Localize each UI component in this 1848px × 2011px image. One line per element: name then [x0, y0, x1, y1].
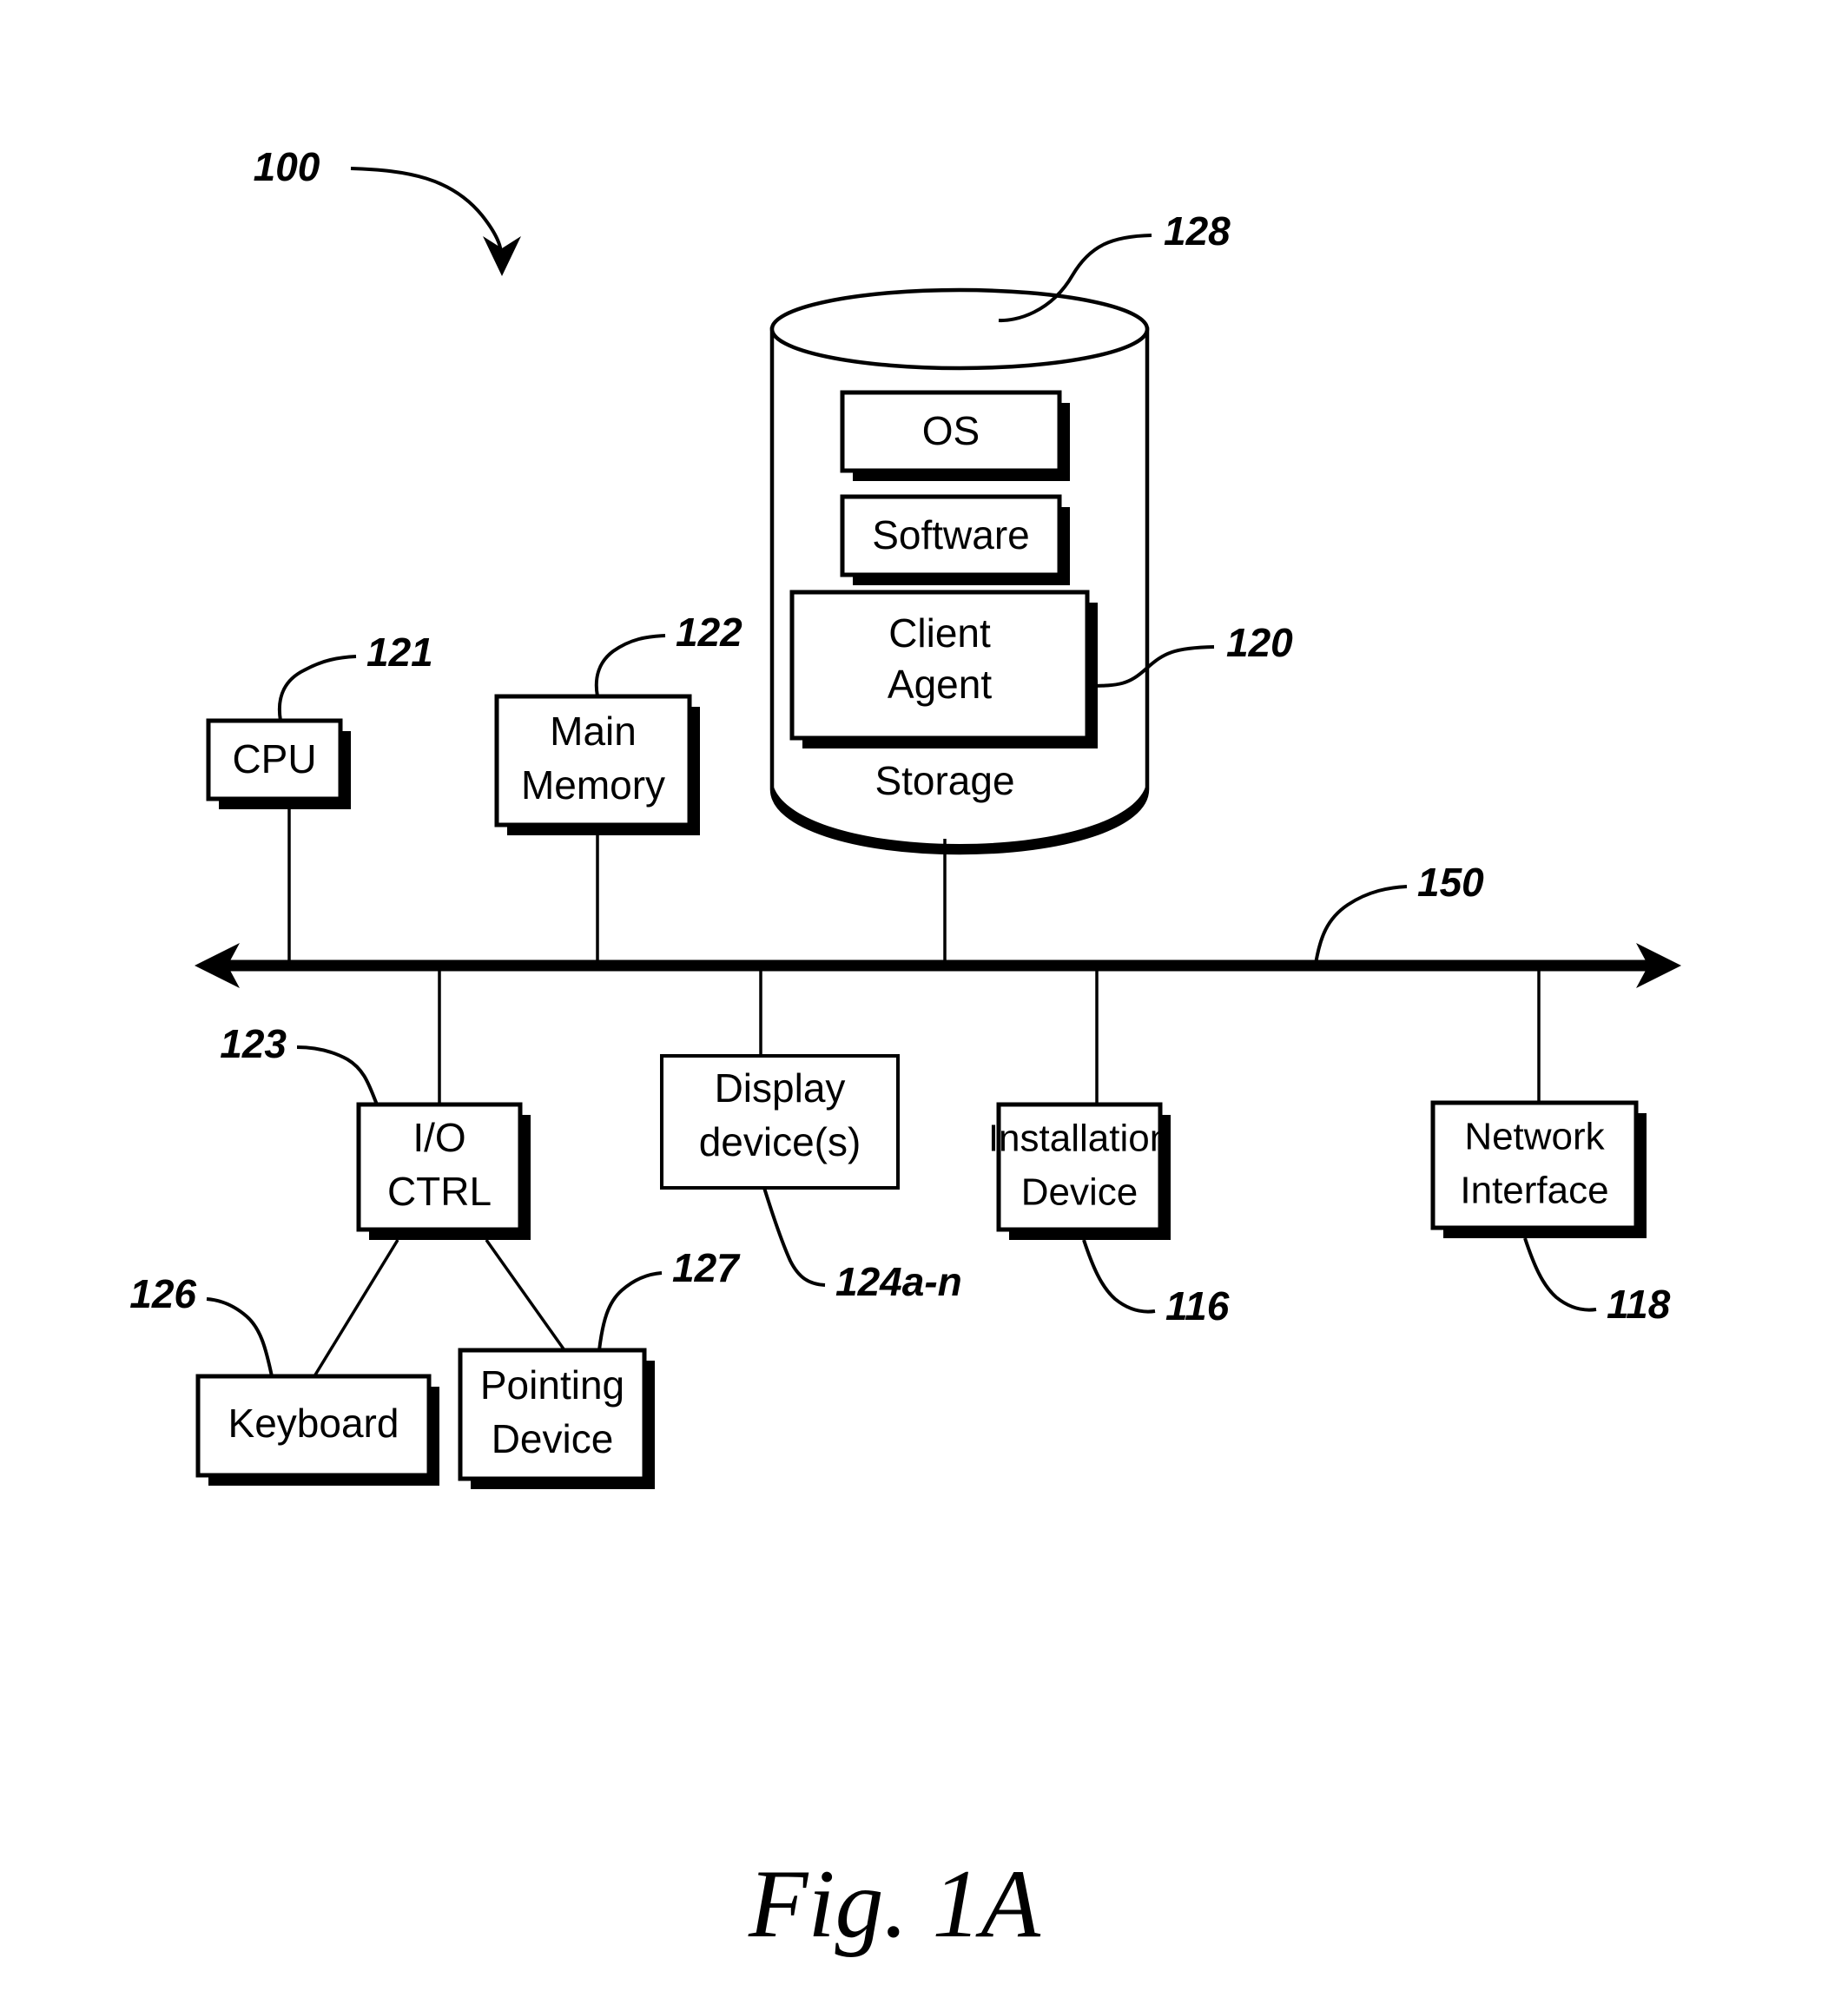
keyboard-box: Keyboard	[195, 1374, 439, 1486]
display-devices-label-line2: device(s)	[699, 1119, 861, 1164]
client-agent-box: Client Agent	[789, 590, 1098, 748]
network-interface-ref-number: 118	[1607, 1282, 1671, 1327]
cpu-ref-number: 121	[366, 630, 433, 675]
display-devices-ref-leader	[762, 1187, 826, 1287]
client-agent-ref-number: 120	[1226, 620, 1293, 665]
os-box-label: OS	[922, 408, 980, 453]
main-memory-ref-number: 122	[676, 610, 742, 655]
installation-device-label-line1: Installation	[988, 1118, 1171, 1160]
installation-device-label-line2: Device	[1021, 1171, 1138, 1214]
pointing-device-box: Pointing Device	[458, 1348, 655, 1489]
cpu-ref-leader	[277, 655, 357, 722]
system-ref-number: 100	[254, 144, 320, 189]
pointing-device-label-line1: Pointing	[480, 1362, 624, 1408]
storage-label: Storage	[874, 758, 1014, 803]
io-ctrl-ref-number: 123	[220, 1021, 287, 1066]
cpu-box-label: CPU	[232, 736, 316, 781]
main-memory-box: Main Memory	[494, 694, 700, 835]
network-interface-label-line1: Network	[1464, 1116, 1605, 1158]
main-memory-label-line2: Memory	[521, 762, 665, 808]
keyboard-ref-leader	[206, 1297, 274, 1377]
bus-ref-leader	[1314, 885, 1408, 965]
system-ref-leader	[350, 167, 521, 276]
storage-ref-number: 128	[1164, 208, 1231, 254]
installation-device-ref-number: 116	[1165, 1283, 1230, 1329]
bus-ref-number: 150	[1417, 860, 1484, 905]
software-box-label: Software	[872, 512, 1030, 557]
io-ctrl-label-line1: I/O	[412, 1115, 465, 1160]
network-interface-ref-leader	[1523, 1237, 1597, 1312]
installation-device-ref-leader	[1082, 1239, 1156, 1314]
network-interface-box: Network Interface	[1430, 1100, 1647, 1238]
installation-device-box: Installation Device	[988, 1102, 1171, 1240]
main-memory-label-line1: Main	[550, 709, 637, 754]
system-block-diagram: 100 128 OS Software Client Agent 120 Sto…	[129, 144, 1681, 1958]
software-box: Software	[840, 494, 1070, 585]
pointing-device-ref-number: 127	[672, 1245, 741, 1290]
io-ctrl-box: I/O CTRL	[356, 1102, 531, 1240]
keyboard-ref-number: 126	[129, 1271, 196, 1316]
client-agent-label-line1: Client	[888, 610, 991, 656]
io-ctrl-ref-leader	[296, 1045, 379, 1105]
keyboard-label: Keyboard	[228, 1401, 399, 1446]
display-devices-label-line1: Display	[715, 1065, 846, 1111]
client-agent-label-line2: Agent	[888, 662, 992, 707]
io-ctrl-label-line2: CTRL	[387, 1169, 492, 1214]
cpu-box: CPU	[206, 718, 351, 809]
patent-figure-page: 100 128 OS Software Client Agent 120 Sto…	[0, 0, 1848, 2011]
pointing-device-connector	[485, 1238, 566, 1352]
keyboard-connector	[313, 1239, 399, 1377]
display-devices-ref-number: 124a-n	[835, 1259, 962, 1304]
figure-caption: Fig. 1A	[748, 1850, 1041, 1958]
main-memory-ref-leader	[594, 634, 666, 697]
pointing-device-ref-leader	[597, 1271, 663, 1351]
network-interface-label-line2: Interface	[1460, 1170, 1608, 1212]
system-bus	[195, 943, 1681, 988]
display-devices-box: Display device(s)	[660, 1054, 900, 1190]
pointing-device-label-line2: Device	[492, 1416, 614, 1461]
os-box: OS	[840, 390, 1070, 481]
